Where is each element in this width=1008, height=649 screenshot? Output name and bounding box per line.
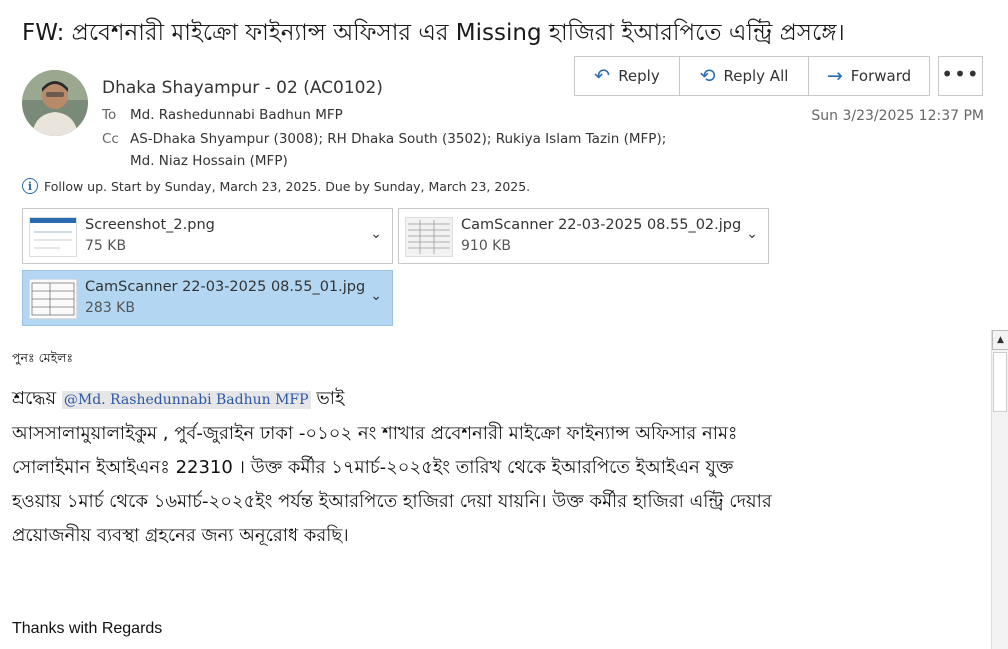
greeting-line: শ্রদ্ধেয় @Md. Rashedunnabi Badhun MFP ভ… [12, 384, 344, 415]
attachment-name: CamScanner 22-03-2025 08.55_02.jpg [461, 217, 742, 233]
cc-row: Cc AS-Dhaka Shyampur (3008); RH Dhaka Sou… [102, 131, 666, 147]
cc-recipients[interactable]: AS-Dhaka Shyampur (3008); RH Dhaka South… [130, 131, 666, 147]
regards-text: Thanks with Regards [12, 620, 163, 637]
attachment-thumbnail [29, 217, 77, 257]
attachment-size: 910 KB [461, 238, 511, 254]
reply-all-icon: ⟲ [699, 65, 716, 87]
body-paragraph-line: আসসালামুয়ালাইকুম , পুর্ব-জুরাইন ঢাকা -০… [12, 423, 738, 444]
attachment-name: CamScanner 22-03-2025 08.55_01.jpg [85, 279, 366, 295]
cc-label: Cc [102, 131, 119, 147]
chevron-down-icon[interactable]: ⌄ [746, 226, 758, 242]
greeting-prefix: শ্রদ্ধেয় [12, 388, 57, 409]
sender-avatar[interactable] [22, 70, 88, 136]
attachment-size: 75 KB [85, 238, 127, 254]
resend-note: পুনঃ মেইলঃ [12, 350, 74, 365]
body-paragraph-line: প্রয়োজনীয় ব্যবস্থা গ্রহনের জন্য অনূরোধ… [12, 525, 349, 546]
cc-row-2: Md. Niaz Hossain (MFP) [130, 153, 288, 169]
attachment-size: 283 KB [85, 300, 135, 316]
cc-recipients-cont[interactable]: Md. Niaz Hossain (MFP) [130, 153, 288, 169]
body-paragraph-line: হওয়ায় ১মার্চ থেকে ১৬মার্চ-২০২৫ইং পর্যন… [12, 491, 772, 512]
follow-up-text: Follow up. Start by Sunday, March 23, 20… [44, 178, 531, 194]
email-subject: FW: প্রবেশনারী মাইক্রো ফাইন্যান্স অফিসার… [22, 20, 845, 46]
chevron-down-icon[interactable]: ⌄ [370, 226, 382, 242]
vertical-scrollbar[interactable]: ▲ [991, 330, 1008, 649]
forward-label: Forward [850, 67, 912, 85]
attachment-name: Screenshot_2.png [85, 217, 215, 233]
forward-icon: → [826, 65, 843, 87]
scroll-up-icon[interactable]: ▲ [992, 330, 1008, 350]
sent-date: Sun 3/23/2025 12:37 PM [811, 108, 984, 124]
reply-label: Reply [618, 67, 660, 85]
reply-icon: ↶ [594, 65, 611, 87]
to-row: To Md. Rashedunnabi Badhun MFP [102, 107, 343, 123]
message-toolbar: ↶ Reply ⟲ Reply All → Forward [574, 56, 930, 96]
reply-all-label: Reply All [723, 67, 789, 85]
greeting-suffix: ভাই [316, 388, 345, 409]
chevron-down-icon[interactable]: ⌄ [370, 288, 382, 304]
sender-name[interactable]: Dhaka Shayampur - 02 (AC0102) [102, 78, 383, 98]
attachment-thumbnail [29, 279, 77, 319]
more-actions-button[interactable]: ••• [938, 56, 983, 96]
forward-button[interactable]: → Forward [808, 56, 930, 96]
mention-link[interactable]: @Md. Rashedunnabi Badhun MFP [61, 391, 311, 409]
attachment-item[interactable]: Screenshot_2.png 75 KB ⌄ [22, 208, 393, 264]
to-recipient[interactable]: Md. Rashedunnabi Badhun MFP [130, 107, 343, 123]
info-icon: i [22, 178, 38, 194]
reply-all-button[interactable]: ⟲ Reply All [679, 56, 809, 96]
reply-button[interactable]: ↶ Reply [574, 56, 680, 96]
to-label: To [102, 107, 117, 123]
attachment-item[interactable]: CamScanner 22-03-2025 08.55_02.jpg 910 K… [398, 208, 769, 264]
attachment-thumbnail [405, 217, 453, 257]
body-paragraph-line: সোলাইমান ইআইএনঃ 22310 । উক্ত কর্মীর ১৭মা… [12, 457, 734, 478]
scrollbar-thumb[interactable] [993, 352, 1007, 412]
attachment-item[interactable]: CamScanner 22-03-2025 08.55_01.jpg 283 K… [22, 270, 393, 326]
follow-up-banner: i Follow up. Start by Sunday, March 23, … [22, 178, 530, 194]
